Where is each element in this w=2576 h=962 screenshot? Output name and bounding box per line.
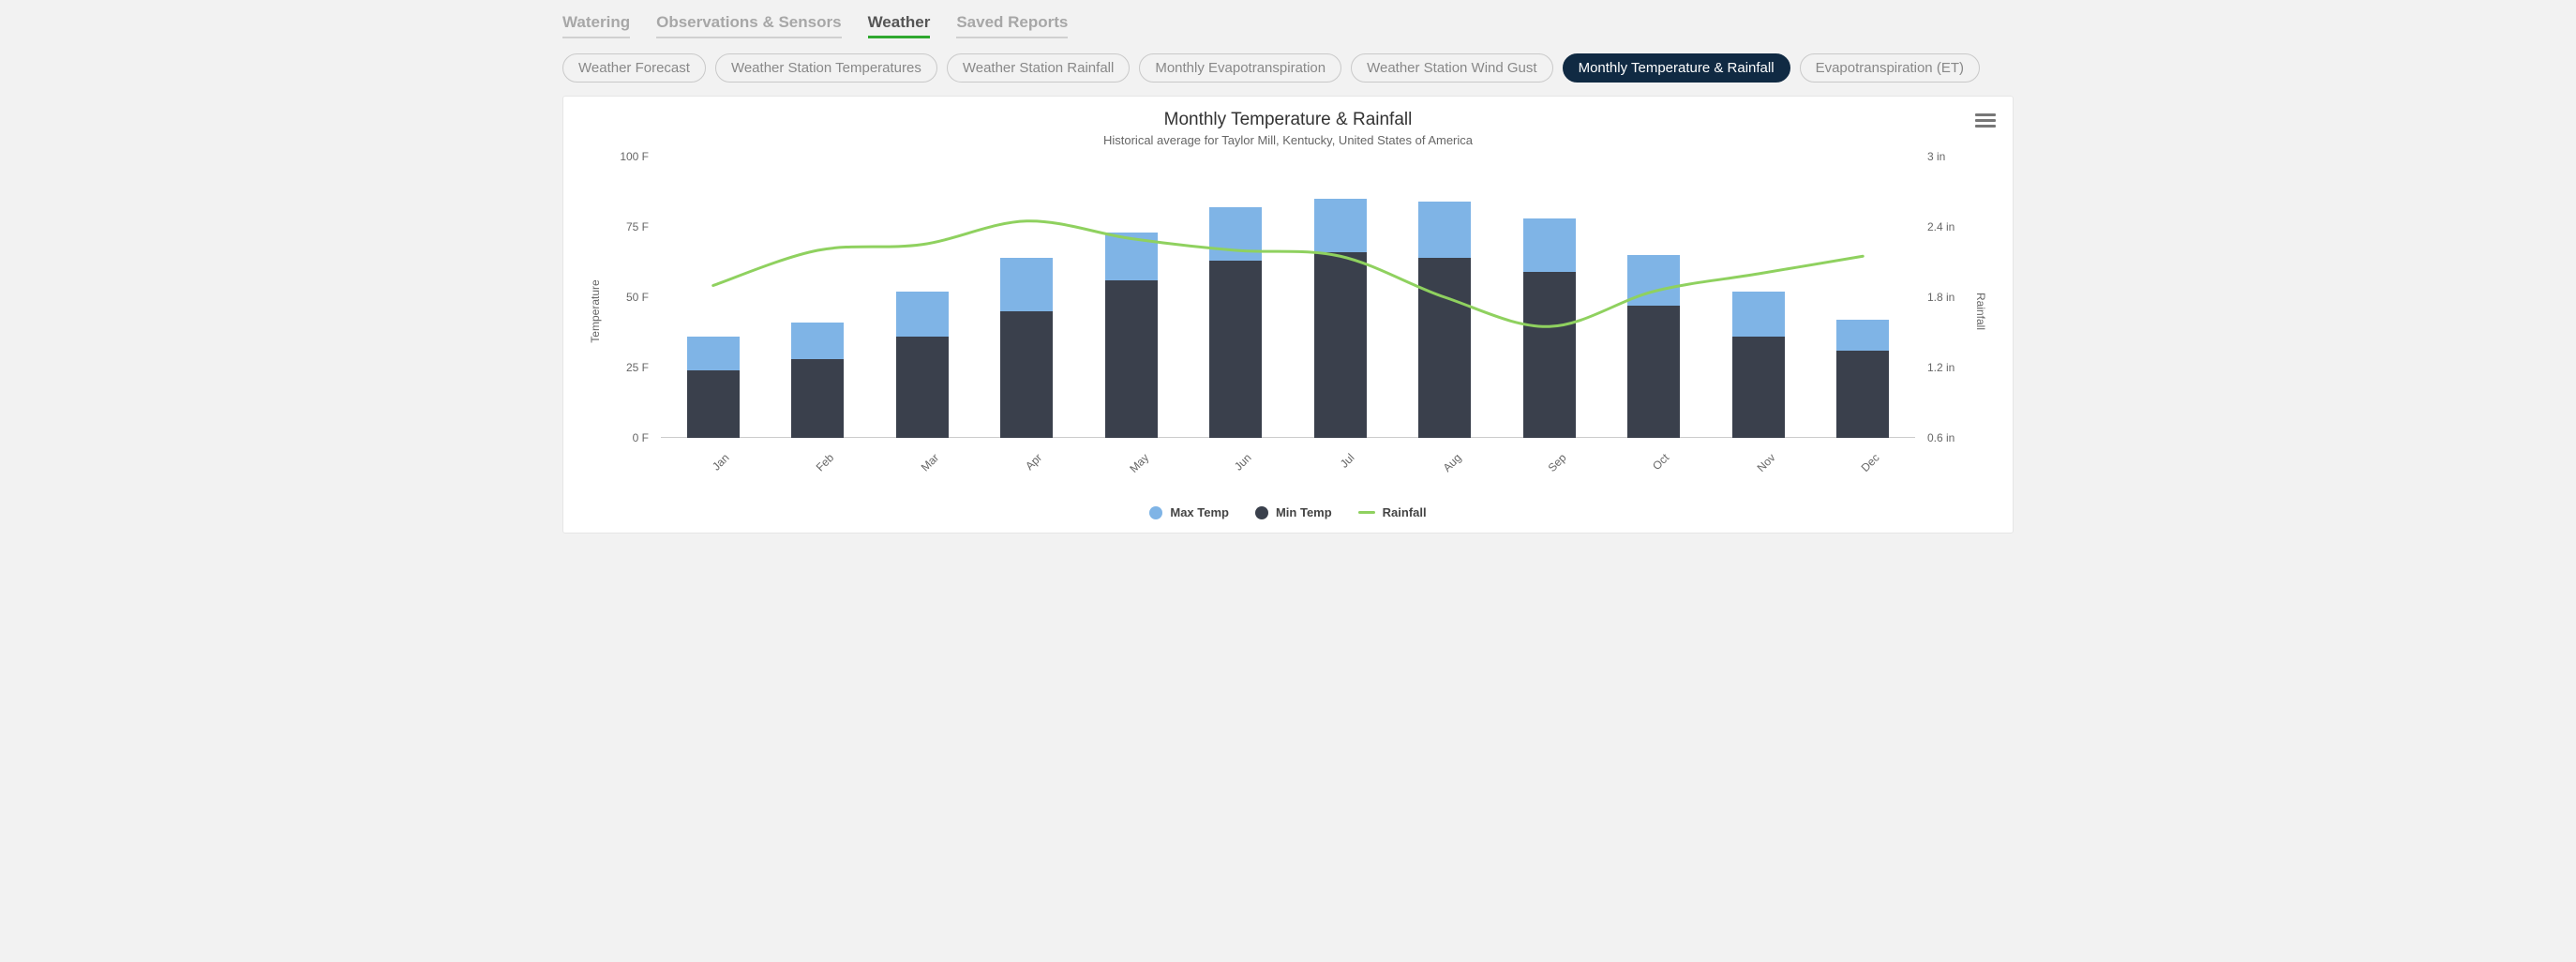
chip-station-temps[interactable]: Weather Station Temperatures: [715, 53, 937, 83]
bar-max-temp[interactable]: [1627, 255, 1680, 306]
bar-max-temp[interactable]: [1105, 233, 1158, 280]
chart-card: Monthly Temperature & Rainfall Historica…: [562, 96, 2014, 534]
y-left-tick: 25 F: [577, 361, 656, 374]
x-tick-label: Apr: [1023, 451, 1044, 473]
chart-column[interactable]: Sep: [1497, 157, 1602, 438]
bar-min-temp[interactable]: [896, 337, 949, 438]
y-right-tick: 0.6 in: [1920, 431, 1999, 444]
bar-min-temp[interactable]: [687, 370, 740, 438]
y-left-tick: 0 F: [577, 431, 656, 444]
legend-label-max: Max Temp: [1170, 505, 1229, 519]
chart-column[interactable]: Jun: [1184, 157, 1289, 438]
bar-min-temp[interactable]: [1314, 252, 1367, 438]
legend-label-min: Min Temp: [1276, 505, 1332, 519]
chart-menu-button[interactable]: [1975, 110, 1996, 130]
legend-swatch-rain: [1358, 511, 1375, 514]
y-left-tick: 75 F: [577, 220, 656, 233]
x-tick-label: May: [1127, 451, 1151, 475]
legend-min-temp[interactable]: Min Temp: [1255, 505, 1332, 519]
bar-max-temp[interactable]: [1000, 258, 1053, 311]
tab-watering[interactable]: Watering: [562, 9, 630, 38]
y-ticks-right: 0.6 in1.2 in1.8 in2.4 in3 in: [1920, 157, 1999, 438]
x-tick-label: Feb: [814, 451, 837, 474]
chart-column[interactable]: Aug: [1393, 157, 1498, 438]
chart-column[interactable]: Nov: [1706, 157, 1811, 438]
tab-reports[interactable]: Saved Reports: [956, 9, 1068, 38]
x-tick-label: Dec: [1859, 451, 1882, 474]
bar-max-temp[interactable]: [791, 323, 844, 359]
bar-min-temp[interactable]: [1523, 272, 1576, 438]
tab-strip: Watering Observations & Sensors Weather Sav…: [557, 0, 2019, 46]
y-ticks-left: 0 F25 F50 F75 F100 F: [577, 157, 656, 438]
bar-min-temp[interactable]: [791, 359, 844, 438]
bar-max-temp[interactable]: [1523, 218, 1576, 272]
bar-min-temp[interactable]: [1418, 258, 1471, 438]
chart-plot[interactable]: JanFebMarAprMayJunJulAugSepOctNovDec: [661, 157, 1915, 438]
chart-column[interactable]: Apr: [975, 157, 1080, 438]
chip-monthly-temp-rain[interactable]: Monthly Temperature & Rainfall: [1563, 53, 1790, 83]
bar-min-temp[interactable]: [1732, 337, 1785, 438]
chart-legend: Max Temp Min Temp Rainfall: [577, 505, 1999, 519]
chart-column[interactable]: Jul: [1288, 157, 1393, 438]
y-left-tick: 50 F: [577, 291, 656, 304]
chart-title: Monthly Temperature & Rainfall: [577, 110, 1999, 130]
bar-min-temp[interactable]: [1209, 261, 1262, 438]
legend-max-temp[interactable]: Max Temp: [1149, 505, 1229, 519]
bar-max-temp[interactable]: [687, 337, 740, 370]
bar-min-temp[interactable]: [1836, 351, 1889, 438]
bar-max-temp[interactable]: [1314, 199, 1367, 252]
chart-column[interactable]: Jan: [661, 157, 766, 438]
chip-monthly-et[interactable]: Monthly Evapotranspiration: [1139, 53, 1341, 83]
x-tick-label: Jul: [1338, 451, 1357, 471]
bar-max-temp[interactable]: [896, 292, 949, 337]
tab-weather[interactable]: Weather: [868, 9, 931, 38]
x-tick-label: Sep: [1545, 451, 1568, 474]
legend-swatch-min: [1255, 506, 1268, 519]
chip-forecast[interactable]: Weather Forecast: [562, 53, 706, 83]
bar-max-temp[interactable]: [1836, 320, 1889, 351]
chart-subtitle: Historical average for Taylor Mill, Kent…: [577, 133, 1999, 147]
chart-column[interactable]: Oct: [1602, 157, 1707, 438]
chip-station-rain[interactable]: Weather Station Rainfall: [947, 53, 1130, 83]
bar-min-temp[interactable]: [1105, 280, 1158, 438]
tab-observations[interactable]: Observations & Sensors: [656, 9, 841, 38]
x-tick-label: Oct: [1650, 451, 1671, 473]
bar-max-temp[interactable]: [1209, 207, 1262, 261]
x-tick-label: Nov: [1754, 451, 1777, 474]
chip-et[interactable]: Evapotranspiration (ET): [1800, 53, 1980, 83]
bar-max-temp[interactable]: [1732, 292, 1785, 337]
filter-chip-row: Weather Forecast Weather Station Temperat…: [557, 46, 2019, 96]
y-right-tick: 2.4 in: [1920, 220, 1999, 233]
legend-label-rain: Rainfall: [1383, 505, 1427, 519]
y-right-tick: 3 in: [1920, 150, 1999, 163]
x-tick-label: Jun: [1232, 451, 1254, 473]
x-tick-label: Jan: [710, 451, 732, 473]
y-right-tick: 1.8 in: [1920, 291, 1999, 304]
chart-column[interactable]: Dec: [1811, 157, 1916, 438]
chart-area: Temperature Rainfall 0 F25 F50 F75 F100 …: [577, 157, 1999, 466]
chip-wind-gust[interactable]: Weather Station Wind Gust: [1351, 53, 1552, 83]
bar-min-temp[interactable]: [1627, 306, 1680, 438]
y-left-tick: 100 F: [577, 150, 656, 163]
legend-rainfall[interactable]: Rainfall: [1358, 505, 1427, 519]
bar-max-temp[interactable]: [1418, 202, 1471, 258]
x-tick-label: Aug: [1441, 451, 1464, 474]
y-right-tick: 1.2 in: [1920, 361, 1999, 374]
bar-min-temp[interactable]: [1000, 311, 1053, 438]
x-tick-label: Mar: [918, 451, 941, 474]
legend-swatch-max: [1149, 506, 1162, 519]
chart-column[interactable]: Feb: [766, 157, 871, 438]
chart-column[interactable]: Mar: [870, 157, 975, 438]
chart-column[interactable]: May: [1079, 157, 1184, 438]
